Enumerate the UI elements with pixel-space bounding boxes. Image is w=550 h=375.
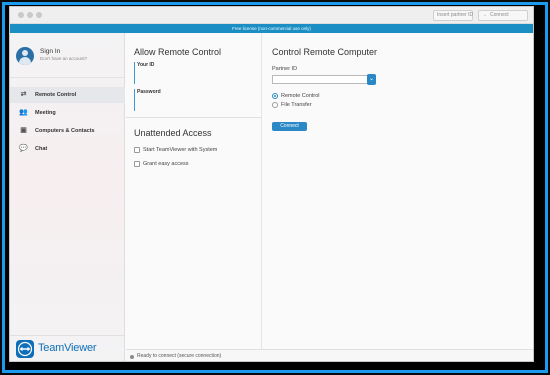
partner-id-dropdown-button[interactable]: ⌄ [367,74,376,85]
sidebar-item-label: Meeting [35,110,56,116]
radio-dot[interactable] [272,93,278,99]
radio-label: Remote Control [281,93,320,99]
sidebar: Sign In Don't have an account? ⇄ Remote … [10,33,125,361]
allow-remote-title: Allow Remote Control [134,47,222,57]
avatar-body [19,57,31,65]
avatar[interactable] [16,47,34,65]
sign-in-link[interactable]: Sign In [40,48,60,55]
logo-text: TeamViewer [38,342,97,354]
unattended-access-title: Unattended Access [134,128,212,138]
sidebar-item-chat[interactable]: 💬 Chat [10,141,125,157]
sidebar-item-remote-control[interactable]: ⇄ Remote Control [10,87,125,103]
your-id-block: Your ID [134,62,256,84]
chevron-down-icon: ⌄ [368,76,375,82]
title-bar: Insert partner ID → Connect [10,7,533,24]
chat-icon: 💬 [19,145,28,152]
sidebar-item-label: Chat [35,146,48,152]
section-divider [126,117,261,118]
status-bar: Ready to connect (secure connection) [126,349,533,361]
meeting-icon: 👥 [19,109,28,116]
checkbox-label: Start TeamViewer with System [143,147,218,153]
connect-button[interactable]: Connect [272,122,307,131]
password-block: Password [134,89,256,111]
allow-remote-panel: Allow Remote Control Your ID Password Un… [126,33,261,349]
license-banner: Free license (non-commercial use only) [10,24,533,33]
control-remote-title: Control Remote Computer [272,47,378,57]
radio-label: File Transfer [281,102,312,108]
checkbox-label: Grant easy access [143,161,189,167]
logo-bar: TeamViewer [10,335,125,361]
close-window-button[interactable] [18,12,24,18]
minimize-window-button[interactable] [27,12,33,18]
insert-partner-id-field[interactable]: Insert partner ID [433,10,473,21]
zoom-window-button[interactable] [36,12,42,18]
your-id-label: Your ID [137,62,155,68]
partner-id-input[interactable] [272,75,376,84]
no-account-link[interactable]: Don't have an account? [40,56,87,61]
avatar-head [22,50,28,56]
control-remote-panel: Control Remote Computer Partner ID ⌄ Rem… [262,33,533,349]
partner-id-label: Partner ID [272,66,298,72]
status-indicator [130,355,134,359]
titlebar-connect-button[interactable]: → Connect [478,10,528,21]
sidebar-divider [10,77,124,78]
sidebar-item-meeting[interactable]: 👥 Meeting [10,105,125,121]
teamviewer-window: Insert partner ID → Connect Free license … [9,6,534,362]
checkbox-box[interactable] [134,161,140,167]
sidebar-item-label: Remote Control [35,92,77,98]
radio-dot[interactable] [272,102,278,108]
sidebar-item-label: Computers & Contacts [35,128,95,134]
status-text: Ready to connect (secure connection) [137,353,222,359]
password-label: Password [137,89,161,95]
checkbox-box[interactable] [134,147,140,153]
arrows-icon: ⇄ [20,91,27,98]
titlebar-connect-label: Connect [490,12,509,18]
teamviewer-logo-icon [16,340,34,358]
arrow-right-icon: → [482,12,487,18]
contacts-icon: ▣ [20,127,27,134]
sidebar-item-computers-contacts[interactable]: ▣ Computers & Contacts [10,123,125,139]
